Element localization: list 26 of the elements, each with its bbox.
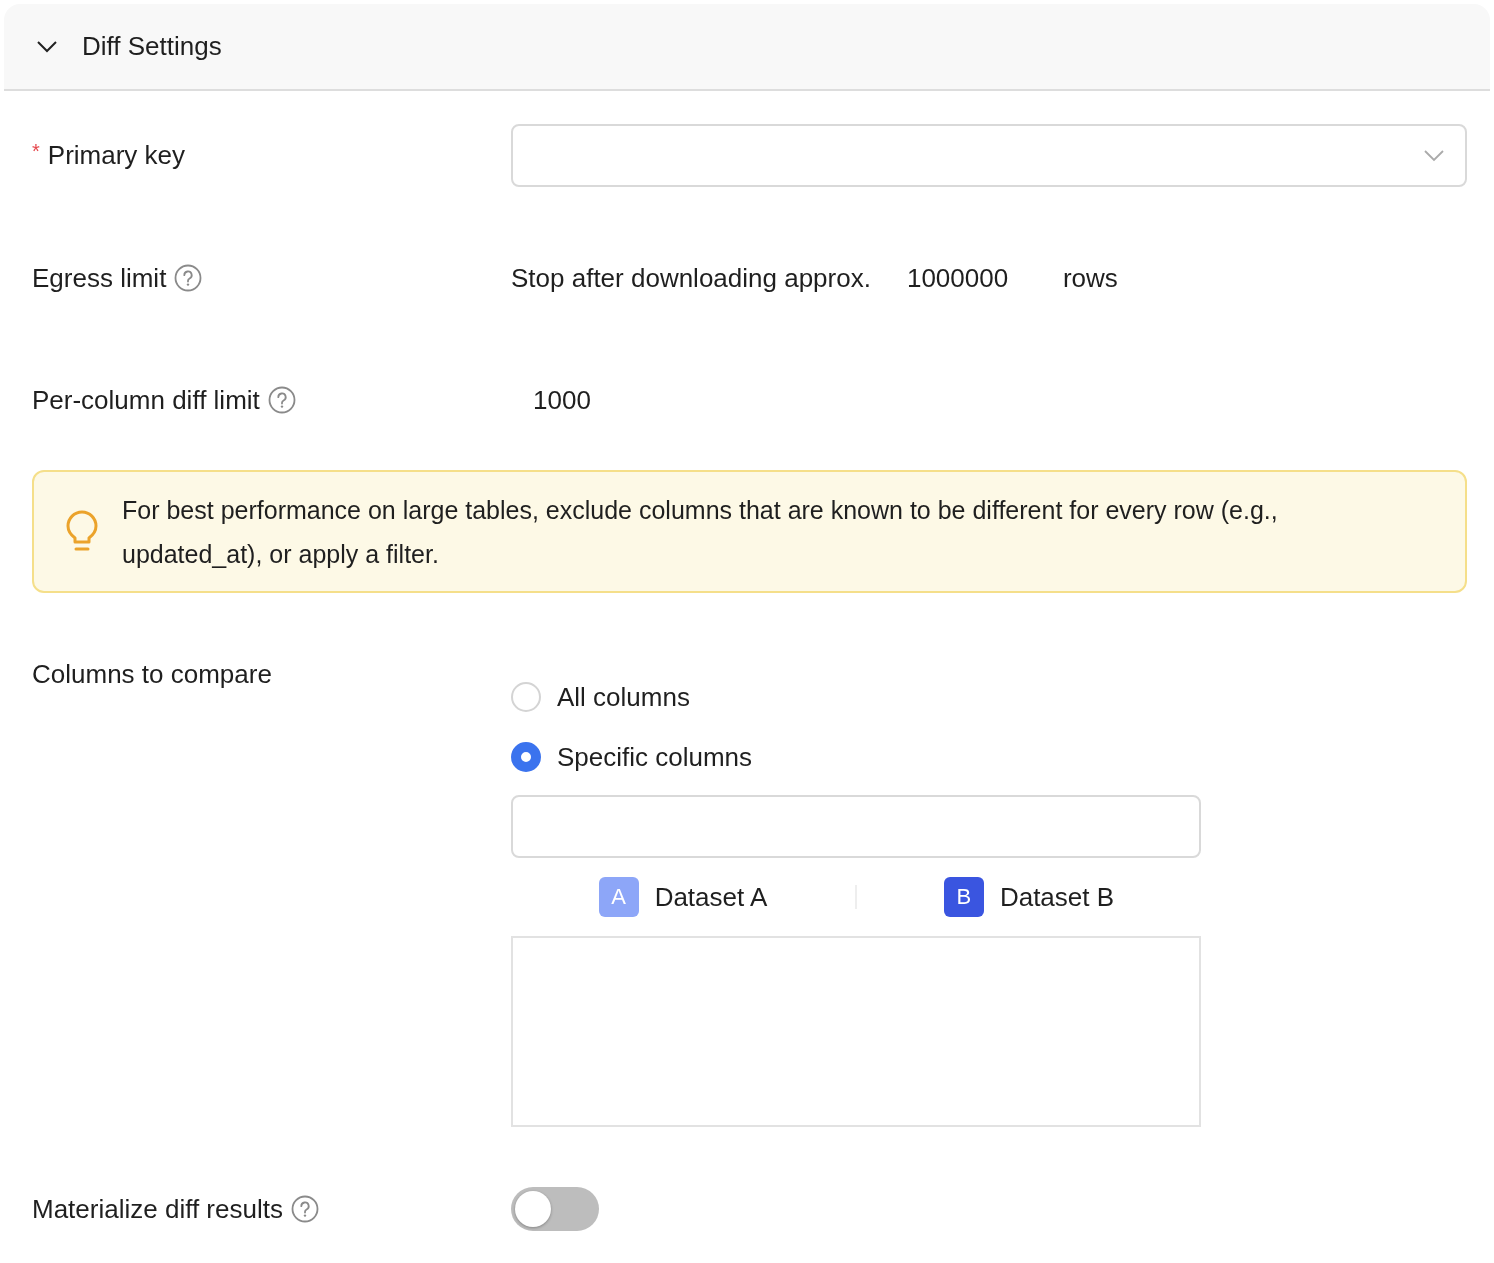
field-label: Materialize diff results [32,1193,283,1225]
toggle-switch[interactable] [511,1187,599,1231]
field-label: Columns to compare [32,659,272,690]
radio-button[interactable] [511,742,541,772]
column-search-field[interactable] [511,795,1201,858]
number-input[interactable]: 1000000 [906,262,1047,294]
section-title: Diff Settings [82,31,222,62]
field-label: Per-column diff limit [32,384,260,416]
field-text: Stop after downloading approx. [511,262,871,294]
dataset-name: Dataset A [654,881,768,913]
radio-option[interactable]: Specific columns [511,727,1467,787]
chevron-icon [1423,148,1445,163]
help-icon[interactable] [267,386,296,414]
dataset-badge: B [943,877,984,917]
field-label: Primary key [47,140,186,171]
dataset-name: Dataset B [999,881,1115,913]
field-text: rows [1062,262,1118,294]
number-input[interactable]: 1000 [533,384,733,416]
help-icon[interactable] [290,1195,319,1223]
field-label: Egress limit [32,262,167,294]
required-mark: * [32,140,40,163]
help-icon[interactable] [174,264,203,292]
dataset-badge: A [598,877,639,917]
tip-text: For best performance on large tables, exclude columns that are known to be different for every row (e.g., updated_at), or apply a filter. [122,494,1279,570]
radio-option[interactable]: All columns [511,667,1467,727]
section-header[interactable]: Diff Settings [4,4,1490,91]
